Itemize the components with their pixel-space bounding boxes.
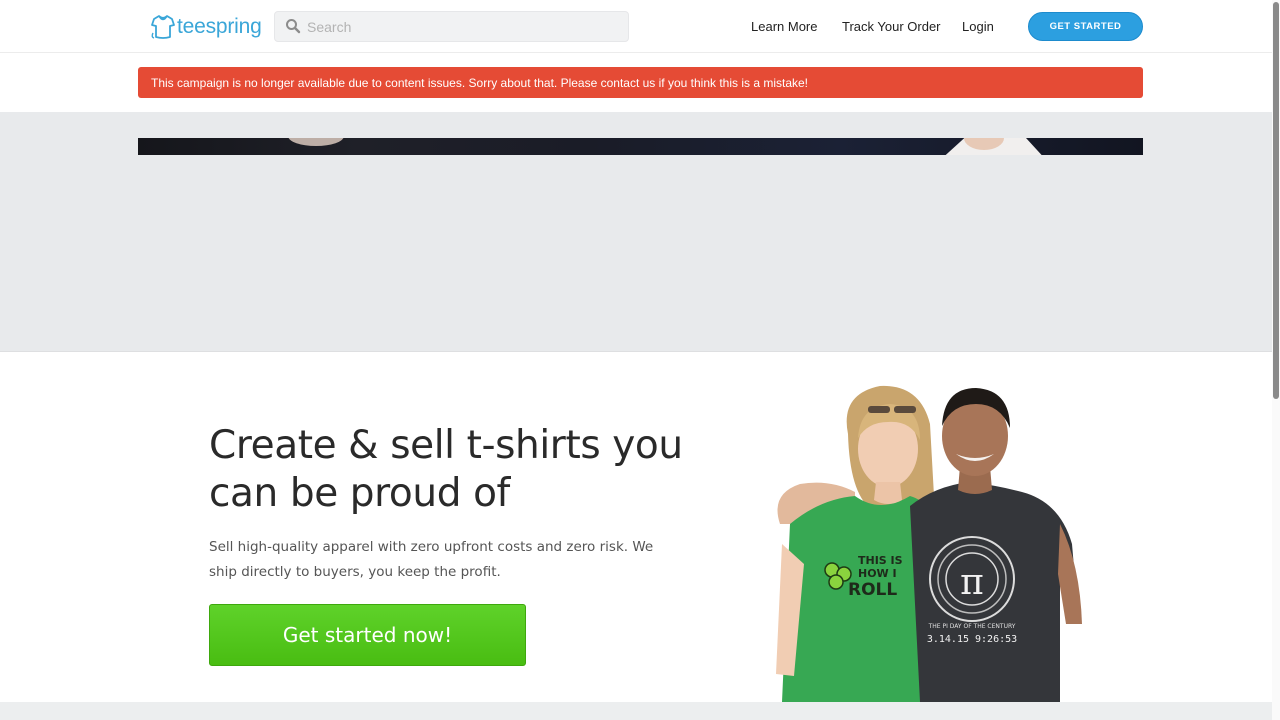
get-started-button[interactable]: GET STARTED (1028, 12, 1143, 41)
hero-section: Create & sell t-shirts you can be proud … (0, 352, 1272, 702)
nav-login[interactable]: Login (962, 19, 994, 34)
shirt-text-roll: ROLL (848, 580, 897, 600)
search-icon (286, 19, 301, 34)
nav-track-order[interactable]: Track Your Order (842, 19, 941, 34)
next-section-band (0, 702, 1272, 720)
hero-title: Create & sell t-shirts you can be proud … (209, 423, 683, 516)
shirt-text-pi-digits: 3.14.15 9:26:53 (927, 634, 1017, 645)
logo-text: teespring (177, 15, 262, 38)
hero-models-photo: THIS IS HOW I ROLL π THE PI DAY OF THE C… (776, 385, 1082, 702)
page-scrollbar[interactable] (1272, 0, 1280, 720)
shirt-text-this-is: THIS IS (858, 554, 903, 567)
campaign-unavailable-alert: This campaign is no longer available due… (138, 67, 1143, 98)
scrollbar-thumb[interactable] (1273, 2, 1279, 399)
get-started-now-button[interactable]: Get started now! (209, 604, 526, 666)
campaign-banner-image (138, 138, 1143, 155)
tshirt-logo-icon (151, 15, 175, 39)
search-box[interactable] (274, 11, 629, 42)
alert-message: This campaign is no longer available due… (151, 75, 809, 90)
campaign-area (0, 112, 1272, 352)
shirt-text-how-i: HOW I (858, 567, 897, 580)
search-input[interactable] (305, 16, 615, 38)
shirt-text-pi-day: THE PI DAY OF THE CENTURY (928, 623, 1016, 630)
alert-section: This campaign is no longer available due… (0, 53, 1272, 112)
teespring-logo[interactable]: teespring (150, 13, 262, 41)
site-header: teespring Learn More Track Your Order Lo… (0, 0, 1272, 53)
nav-learn-more[interactable]: Learn More (751, 19, 817, 34)
hero-subtitle: Sell high-quality apparel with zero upfr… (209, 539, 654, 580)
shirt-text-pi: π (960, 562, 984, 603)
